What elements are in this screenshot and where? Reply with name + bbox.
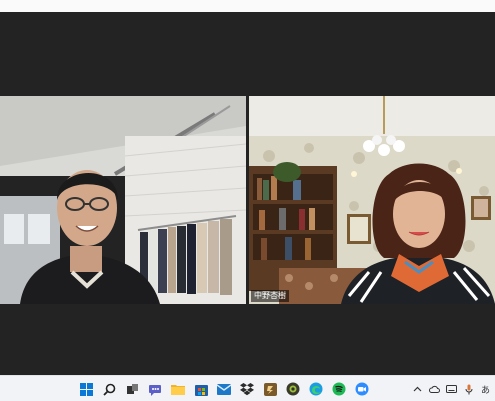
window-top-strip <box>0 0 495 12</box>
language-indicator-label: あ <box>480 385 490 396</box>
zoom-icon[interactable] <box>354 381 370 397</box>
search-icon[interactable] <box>101 381 117 397</box>
chevron-up-icon[interactable] <box>412 382 423 396</box>
microphone-icon[interactable] <box>463 382 474 396</box>
participant-video-frame <box>249 96 495 304</box>
participant-video-tile-right[interactable]: 中野杏樹 <box>249 96 495 304</box>
windows-taskbar: あ <box>0 375 495 401</box>
participant-name-tag: 中野杏樹 <box>251 290 289 302</box>
spotify-icon[interactable] <box>331 381 347 397</box>
task-view-icon[interactable] <box>124 381 140 397</box>
keyboard-icon[interactable] <box>446 382 457 396</box>
chrome-style-icon[interactable] <box>285 381 301 397</box>
language-indicator-icon[interactable]: あ <box>480 382 491 396</box>
participant-video-tile-left[interactable] <box>0 96 246 304</box>
dropbox-icon[interactable] <box>239 381 255 397</box>
mail-icon[interactable] <box>216 381 232 397</box>
windows-start-icon[interactable] <box>78 381 94 397</box>
zoom-meeting-gallery: 中野杏樹 <box>0 12 495 375</box>
microsoft-store-icon[interactable] <box>193 381 209 397</box>
participant-video-frame <box>0 96 246 304</box>
cloud-icon[interactable] <box>429 382 440 396</box>
teams-chat-icon[interactable] <box>147 381 163 397</box>
taskbar-pinned-apps <box>78 379 370 399</box>
file-explorer-icon[interactable] <box>170 381 186 397</box>
app-icon[interactable] <box>262 381 278 397</box>
edge-icon[interactable] <box>308 381 324 397</box>
system-tray: あ <box>412 379 491 399</box>
